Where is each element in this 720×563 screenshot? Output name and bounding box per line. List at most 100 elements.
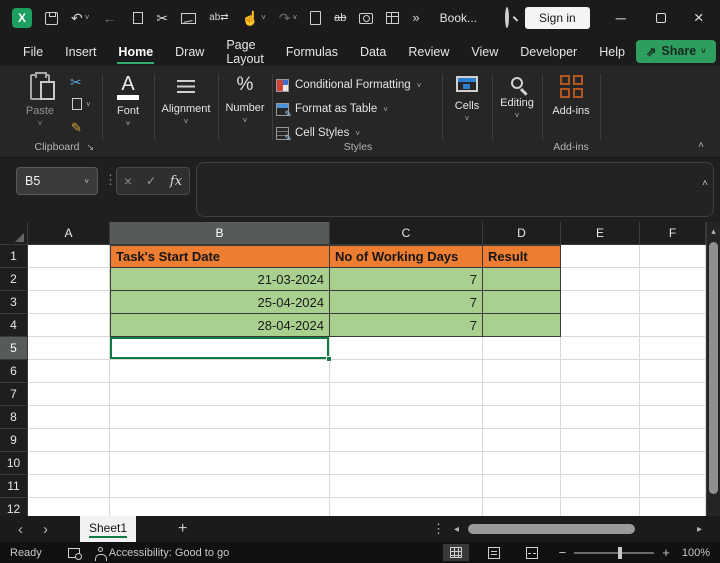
- insert-function-icon[interactable]: fx: [170, 174, 182, 189]
- row-header-6[interactable]: 6: [0, 360, 28, 383]
- select-all-corner[interactable]: [0, 222, 28, 245]
- cell-b12[interactable]: [110, 498, 330, 516]
- conditional-formatting-button[interactable]: Conditional Formatting ˅: [276, 73, 440, 97]
- zoom-out-icon[interactable]: −: [559, 545, 567, 560]
- cell-d1[interactable]: Result: [483, 245, 561, 268]
- cell-d5[interactable]: [483, 337, 561, 360]
- cell-c5[interactable]: [330, 337, 483, 360]
- cell-f8[interactable]: [640, 406, 706, 429]
- selected-cell-b5[interactable]: [110, 337, 332, 362]
- cell-c10[interactable]: [330, 452, 483, 475]
- cell-c1[interactable]: No of Working Days: [330, 245, 483, 268]
- cell-e9[interactable]: [561, 429, 640, 452]
- font-dropdown-button[interactable]: A Font ˅: [104, 66, 152, 157]
- undo-icon[interactable]: ↶ ˅: [71, 10, 89, 26]
- tab-view[interactable]: View: [460, 39, 509, 64]
- row-header-2[interactable]: 2: [0, 268, 28, 291]
- zoom-level[interactable]: 100%: [682, 547, 710, 559]
- cell-c9[interactable]: [330, 429, 483, 452]
- search-icon[interactable]: [505, 7, 510, 28]
- cell-b8[interactable]: [110, 406, 330, 429]
- cell-a7[interactable]: [28, 383, 110, 406]
- camera-icon[interactable]: [359, 12, 374, 24]
- cell-e4[interactable]: [561, 314, 640, 337]
- row-header-9[interactable]: 9: [0, 429, 28, 452]
- cell-a12[interactable]: [28, 498, 110, 516]
- column-header-e[interactable]: E: [561, 222, 640, 245]
- cell-b6[interactable]: [110, 360, 330, 383]
- cell-d9[interactable]: [483, 429, 561, 452]
- cell-a1[interactable]: [28, 245, 110, 268]
- qat-overflow-icon[interactable]: »: [412, 10, 419, 26]
- cell-d6[interactable]: [483, 360, 561, 383]
- cell-b11[interactable]: [110, 475, 330, 498]
- editing-dropdown-button[interactable]: Editing ˅: [494, 66, 540, 157]
- cell-f12[interactable]: [640, 498, 706, 516]
- cell-e8[interactable]: [561, 406, 640, 429]
- row-header-12[interactable]: 12: [0, 498, 28, 516]
- cell-d12[interactable]: [483, 498, 561, 516]
- cell-d8[interactable]: [483, 406, 561, 429]
- new-file-icon[interactable]: [310, 11, 322, 25]
- sheet-next-icon[interactable]: ›: [43, 522, 48, 537]
- cell-a8[interactable]: [28, 406, 110, 429]
- row-header-5[interactable]: 5: [0, 337, 28, 360]
- cell-f11[interactable]: [640, 475, 706, 498]
- cell-e1[interactable]: [561, 245, 640, 268]
- column-header-b[interactable]: B: [110, 222, 330, 245]
- sign-in-button[interactable]: Sign in: [525, 7, 590, 29]
- cell-c2[interactable]: 7: [330, 268, 483, 291]
- scroll-up-icon[interactable]: ▴: [707, 222, 720, 237]
- row-header-7[interactable]: 7: [0, 383, 28, 406]
- strikethrough-icon[interactable]: ab: [334, 10, 346, 26]
- tab-developer[interactable]: Developer: [509, 39, 588, 64]
- tab-review[interactable]: Review: [397, 39, 460, 64]
- cell-c11[interactable]: [330, 475, 483, 498]
- cell-f1[interactable]: [640, 245, 706, 268]
- cell-e12[interactable]: [561, 498, 640, 516]
- horizontal-scrollbar-thumb[interactable]: [468, 524, 635, 534]
- addins-button[interactable]: Add-ins: [544, 66, 598, 117]
- cell-f2[interactable]: [640, 268, 706, 291]
- copy-button[interactable]: ˅: [68, 96, 91, 110]
- sheet-options-icon[interactable]: ⋮: [432, 521, 445, 537]
- cell-f3[interactable]: [640, 291, 706, 314]
- replace-icon[interactable]: ab⇄: [209, 10, 229, 26]
- page-break-view-button[interactable]: [519, 544, 545, 561]
- cell-b7[interactable]: [110, 383, 330, 406]
- page-layout-view-button[interactable]: [481, 544, 507, 561]
- save-icon[interactable]: [45, 11, 58, 25]
- cell-c7[interactable]: [330, 383, 483, 406]
- format-painter-button[interactable]: ✎: [71, 120, 82, 136]
- accessibility-status[interactable]: Accessibility: Good to go: [94, 546, 229, 561]
- sheet-tab-sheet1[interactable]: Sheet1: [80, 516, 136, 542]
- column-header-c[interactable]: C: [330, 222, 483, 245]
- cell-e6[interactable]: [561, 360, 640, 383]
- cell-b4[interactable]: 28-04-2024: [110, 314, 330, 337]
- column-header-a[interactable]: A: [28, 222, 110, 245]
- normal-view-button[interactable]: [442, 544, 469, 561]
- cell-f6[interactable]: [640, 360, 706, 383]
- copy-icon[interactable]: [129, 10, 144, 24]
- cell-e10[interactable]: [561, 452, 640, 475]
- cell-d7[interactable]: [483, 383, 561, 406]
- cell-d3[interactable]: [483, 291, 561, 314]
- column-header-d[interactable]: D: [483, 222, 561, 245]
- cell-c12[interactable]: [330, 498, 483, 516]
- cell-c4[interactable]: 7: [330, 314, 483, 337]
- cell-e5[interactable]: [561, 337, 640, 360]
- cell-b10[interactable]: [110, 452, 330, 475]
- zoom-in-icon[interactable]: +: [662, 545, 670, 560]
- cell-a6[interactable]: [28, 360, 110, 383]
- row-header-1[interactable]: 1: [0, 245, 28, 268]
- cell-a2[interactable]: [28, 268, 110, 291]
- tab-draw[interactable]: Draw: [164, 39, 215, 64]
- zoom-slider-thumb[interactable]: [618, 546, 623, 559]
- cell-a3[interactable]: [28, 291, 110, 314]
- row-header-4[interactable]: 4: [0, 314, 28, 337]
- table-icon[interactable]: [386, 12, 400, 24]
- clipboard-dialog-launcher-icon[interactable]: ↘: [86, 142, 94, 153]
- cells-dropdown-button[interactable]: Cells ˅: [444, 66, 490, 157]
- cell-a11[interactable]: [28, 475, 110, 498]
- cell-a10[interactable]: [28, 452, 110, 475]
